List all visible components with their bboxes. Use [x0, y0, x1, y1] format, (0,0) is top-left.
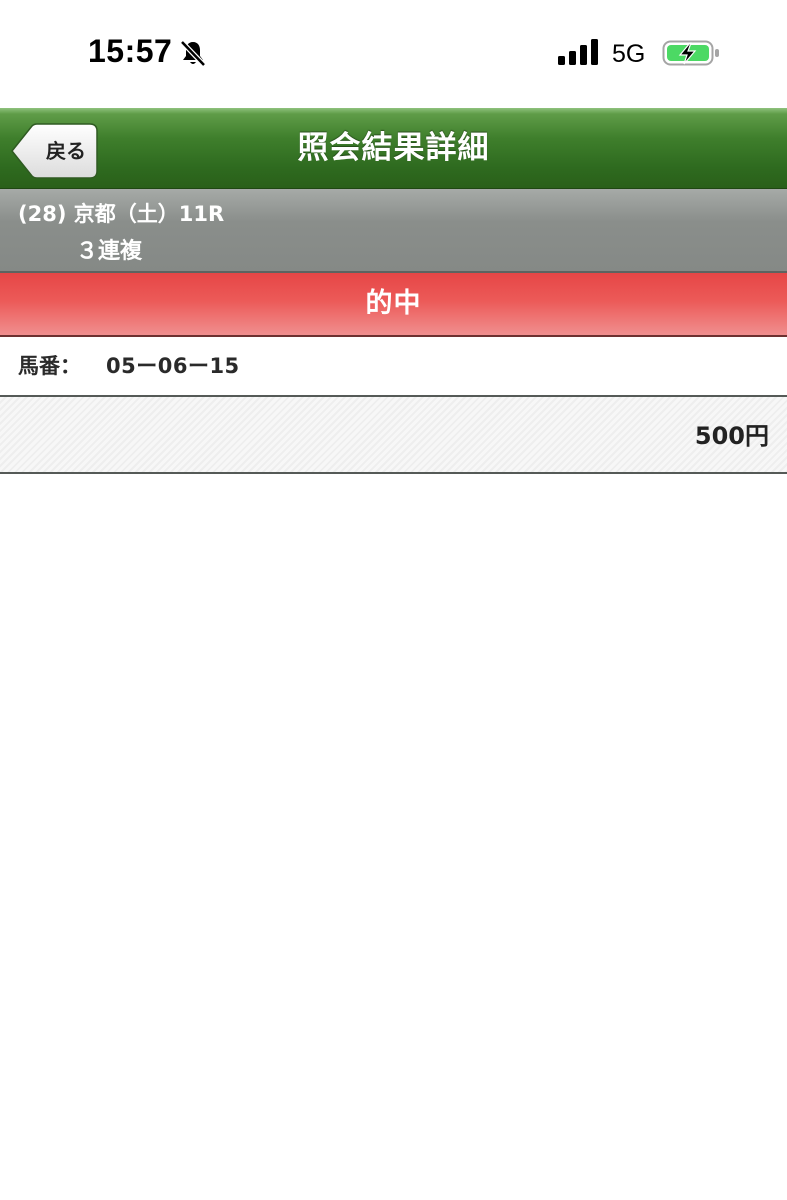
amount-row: 500円 — [0, 397, 787, 474]
network-label: 5G — [612, 40, 646, 68]
page-title: 照会結果詳細 — [297, 130, 490, 166]
status-bar: 15:57 5G — [0, 0, 787, 108]
result-label: 的中 — [365, 288, 422, 319]
horse-number-row: 馬番： 05ー06ー15 — [0, 337, 787, 397]
race-info: (28) 京都（土）11R ３連複 — [0, 189, 787, 273]
bell-slash-icon — [180, 40, 206, 67]
status-time: 15:57 — [88, 33, 173, 69]
page: 15:57 5G 戻る 照会結果詳細 (28) 京都（土）11R ３連複 的中 … — [0, 0, 787, 1200]
nav-bar: 戻る 照会結果詳細 — [0, 108, 787, 189]
horse-number-label: 馬番： — [18, 354, 81, 378]
horse-number-value: 05ー06ー15 — [106, 354, 240, 378]
cellular-signal-icon — [558, 39, 598, 65]
race-venue: (28) 京都（土）11R — [18, 202, 225, 226]
bet-amount: 500円 — [694, 422, 769, 450]
result-banner: 的中 — [0, 273, 787, 337]
battery-charging-icon — [662, 40, 719, 66]
bet-type: ３連複 — [76, 239, 143, 264]
